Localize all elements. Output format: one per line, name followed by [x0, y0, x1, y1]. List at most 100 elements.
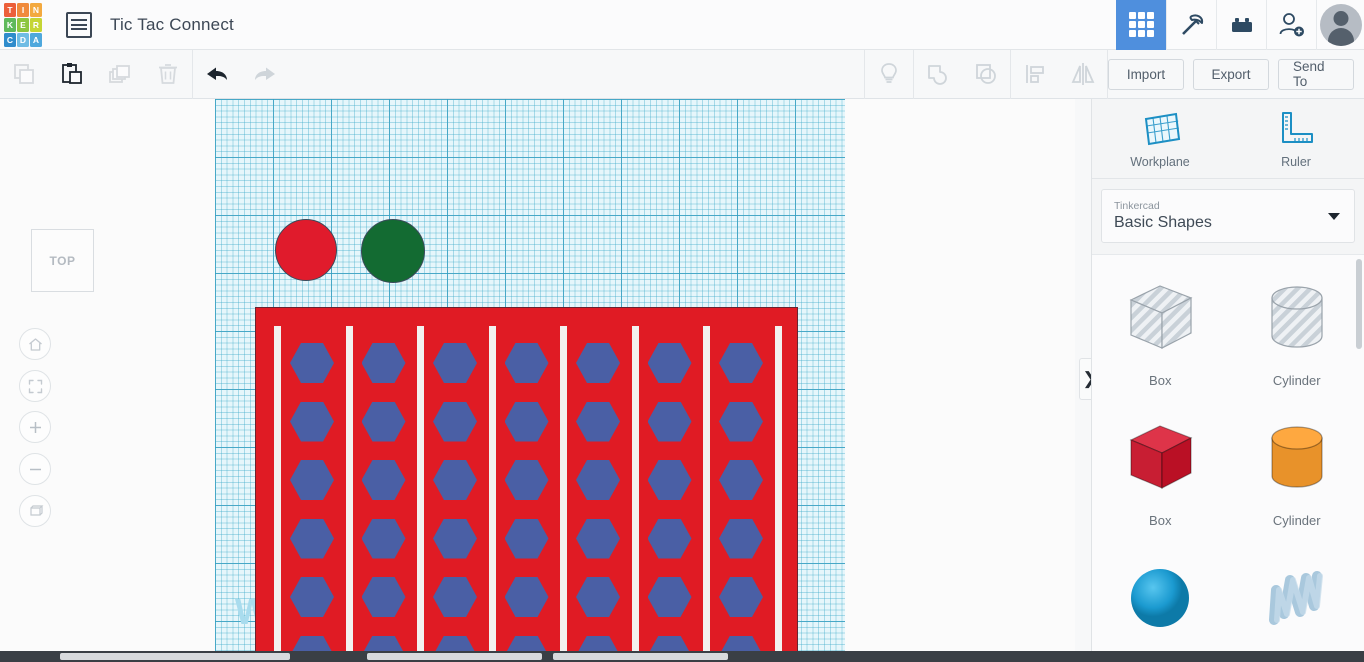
shape-box-solid[interactable]: Box	[1092, 403, 1229, 543]
group-icon[interactable]	[914, 50, 962, 99]
green-token[interactable]	[361, 219, 425, 283]
board-hole[interactable]	[576, 401, 620, 442]
board-hole[interactable]	[433, 518, 477, 559]
board-hole[interactable]	[290, 577, 334, 617]
board-slot	[488, 326, 496, 651]
board-hole[interactable]	[433, 401, 477, 442]
align-icon[interactable]	[1011, 50, 1059, 99]
board-hole[interactable]	[433, 635, 477, 651]
board-hole[interactable]	[504, 577, 549, 617]
gallery-scrollbar[interactable]	[1356, 259, 1362, 349]
zoom-in-icon[interactable]	[19, 411, 51, 443]
board-hole[interactable]	[433, 343, 477, 383]
board-hole[interactable]	[504, 460, 549, 500]
board-hole[interactable]	[647, 401, 692, 442]
document-list-icon[interactable]	[66, 11, 92, 38]
connect-four-board[interactable]	[255, 307, 798, 651]
board-hole[interactable]	[361, 577, 406, 617]
shape-sphere[interactable]: Sphere	[1092, 543, 1229, 662]
ruler-tool[interactable]: Ruler	[1228, 99, 1364, 178]
board-slot	[560, 326, 567, 651]
shape-box-solid-label: Box	[1149, 513, 1172, 528]
zoom-out-icon[interactable]	[19, 453, 51, 485]
codeblocks-pickaxe-icon[interactable]	[1166, 0, 1216, 50]
perspective-toggle-icon[interactable]	[19, 495, 51, 527]
view-cube[interactable]: TOP	[31, 229, 94, 292]
board-hole[interactable]	[504, 343, 549, 383]
duplicate-icon[interactable]	[96, 50, 144, 99]
board-hole[interactable]	[504, 518, 549, 559]
logo-tile-t: T	[4, 2, 16, 17]
workplane-tool[interactable]: Workplane	[1092, 99, 1228, 178]
lego-brick-icon[interactable]	[1216, 0, 1266, 50]
red-token[interactable]	[275, 219, 337, 281]
delete-icon[interactable]	[144, 50, 192, 99]
board-hole[interactable]	[576, 635, 620, 651]
board-hole[interactable]	[433, 460, 477, 500]
shape-scribble-thumbnail	[1254, 558, 1340, 643]
board-hole[interactable]	[576, 577, 620, 617]
board-hole[interactable]	[647, 518, 692, 559]
logo-tile-e: E	[17, 17, 29, 32]
undo-icon[interactable]	[193, 50, 241, 99]
design-canvas[interactable]: Workplane TOP	[0, 99, 1075, 651]
tinkercad-logo[interactable]: TINKERCDA	[0, 0, 46, 50]
design-name[interactable]: Tic Tac Connect	[110, 15, 234, 35]
logo-tile-r: R	[30, 17, 42, 32]
hint-lightbulb-icon[interactable]	[865, 50, 913, 99]
paste-icon[interactable]	[48, 50, 96, 99]
board-hole[interactable]	[361, 343, 406, 383]
board-hole[interactable]	[719, 343, 763, 383]
board-hole[interactable]	[290, 635, 334, 651]
taskbar-strip	[0, 651, 1364, 662]
board-hole[interactable]	[290, 460, 334, 500]
home-view-icon[interactable]	[19, 328, 51, 360]
shape-scribble[interactable]: Scribble	[1229, 543, 1364, 662]
ungroup-icon[interactable]	[962, 50, 1010, 99]
shape-cylinder-solid[interactable]: Cylinder	[1229, 403, 1364, 543]
redo-icon[interactable]	[241, 50, 289, 99]
board-hole[interactable]	[290, 518, 334, 559]
board-hole[interactable]	[433, 577, 477, 617]
shape-box-hole[interactable]: Box	[1092, 263, 1229, 403]
board-hole[interactable]	[290, 343, 334, 383]
board-hole[interactable]	[361, 401, 406, 442]
chevron-down-icon	[1328, 213, 1340, 220]
board-hole[interactable]	[719, 518, 763, 559]
board-hole[interactable]	[576, 518, 620, 559]
shapes-panel: Workplane Ruler Tinkercad Basic Shapes B…	[1091, 99, 1364, 662]
board-hole[interactable]	[647, 635, 692, 651]
board-hole[interactable]	[719, 635, 763, 651]
import-button[interactable]: Import	[1107, 58, 1184, 90]
board-hole[interactable]	[290, 401, 334, 442]
board-hole[interactable]	[719, 577, 763, 617]
avatar-image	[1319, 3, 1362, 46]
board-hole[interactable]	[647, 460, 692, 500]
mirror-icon[interactable]	[1059, 50, 1107, 99]
send-to-button[interactable]: Send To	[1277, 58, 1354, 90]
user-avatar[interactable]	[1316, 0, 1364, 50]
copy-icon[interactable]	[0, 50, 48, 99]
board-hole[interactable]	[647, 577, 692, 617]
shape-library-value: Basic Shapes	[1114, 214, 1212, 231]
add-user-icon[interactable]	[1266, 0, 1316, 50]
board-hole[interactable]	[647, 343, 692, 383]
board-hole[interactable]	[504, 635, 549, 651]
board-hole[interactable]	[719, 460, 763, 500]
board-hole[interactable]	[576, 460, 620, 500]
board-hole[interactable]	[576, 343, 620, 383]
board-hole[interactable]	[361, 460, 406, 500]
shape-cylinder-hole[interactable]: Cylinder	[1229, 263, 1364, 403]
board-hole[interactable]	[504, 401, 549, 442]
fit-to-view-icon[interactable]	[19, 370, 51, 402]
shape-gallery[interactable]: Box Cylinder Box Cylinder Sphere Scribbl…	[1092, 254, 1364, 662]
board-hole[interactable]	[361, 635, 406, 651]
board-hole[interactable]	[719, 401, 763, 442]
board-slot	[417, 326, 424, 651]
export-button[interactable]: Export	[1192, 58, 1269, 90]
view-cube-label: TOP	[49, 253, 76, 268]
gallery-grid-icon[interactable]	[1116, 0, 1166, 50]
board-hole[interactable]	[361, 518, 406, 559]
shape-library-select[interactable]: Tinkercad Basic Shapes	[1101, 189, 1355, 243]
board-slot	[345, 326, 353, 651]
